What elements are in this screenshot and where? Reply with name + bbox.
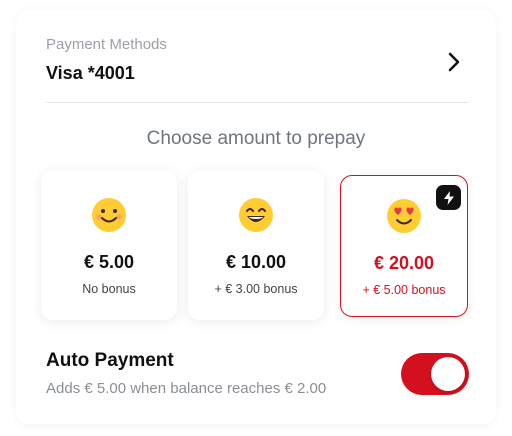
- payment-method-value: Visa *4001: [46, 63, 135, 83]
- smiling-face-icon: [92, 198, 126, 232]
- payment-methods-row[interactable]: Payment Methods Visa *4001: [46, 36, 470, 92]
- prepay-amount: € 20.00: [373, 253, 435, 273]
- prepay-title: Choose amount to prepay: [146, 128, 366, 149]
- prepay-bonus: No bonus: [82, 282, 136, 296]
- grinning-face-icon: [239, 198, 273, 232]
- divider: [46, 102, 468, 103]
- lightning-badge: [436, 185, 461, 210]
- prepay-option-10[interactable]: € 10.00 + € 3.00 bonus: [188, 170, 324, 320]
- auto-payment-title: Auto Payment: [46, 350, 174, 371]
- chevron-right-icon: [448, 52, 460, 72]
- prepay-option-5[interactable]: € 5.00 No bonus: [41, 170, 177, 320]
- payment-methods-label: Payment Methods: [46, 36, 167, 53]
- heart-eyes-face-icon: [387, 199, 421, 233]
- toggle-knob: [431, 357, 465, 391]
- lightning-icon: [443, 190, 454, 205]
- prepay-amount: € 5.00: [83, 252, 135, 272]
- auto-payment-description: Adds € 5.00 when balance reaches € 2.00: [46, 380, 327, 397]
- prepay-bonus: + € 5.00 bonus: [362, 283, 446, 297]
- prepay-option-20[interactable]: € 20.00 + € 5.00 bonus: [340, 175, 468, 317]
- auto-payment-toggle[interactable]: [401, 353, 469, 395]
- prepay-bonus: + € 3.00 bonus: [214, 282, 298, 296]
- prepay-amount: € 10.00: [225, 252, 287, 272]
